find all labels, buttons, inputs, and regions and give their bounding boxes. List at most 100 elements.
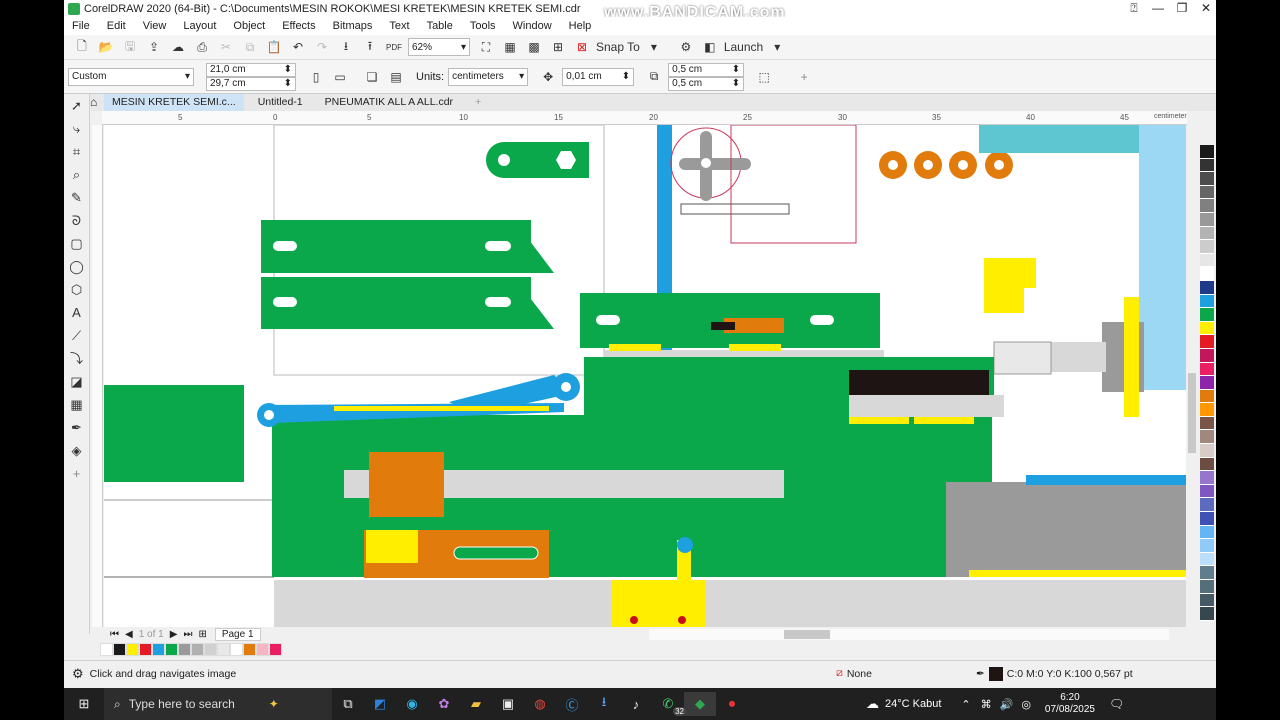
language-icon[interactable]: ◎ (1021, 698, 1031, 711)
bandicam-icon[interactable]: ⏺ (716, 692, 748, 716)
last-page-icon[interactable]: ⏭ (183, 629, 192, 640)
document-palette-swatch[interactable] (113, 642, 126, 656)
polygon-tool-icon[interactable]: ⬡ (64, 278, 89, 301)
palette-swatch[interactable] (1200, 525, 1214, 540)
document-palette-swatch[interactable] (191, 642, 204, 656)
vertical-scrollbar[interactable] (1187, 111, 1197, 627)
menu-view[interactable]: View (143, 20, 167, 32)
light-blue-block[interactable] (1139, 125, 1186, 390)
palette-swatch[interactable] (1200, 430, 1214, 445)
pdf-icon[interactable]: PDF (384, 37, 404, 57)
weather-icon[interactable]: ☁ (866, 696, 879, 712)
palette-swatch[interactable] (1200, 226, 1214, 241)
add-tab-icon[interactable]: + (467, 94, 489, 111)
duplicate-x-field[interactable]: 0,5 cm ⬍ (668, 62, 745, 77)
treat-as-filled-icon[interactable]: ⬚ (754, 67, 774, 87)
paste-icon[interactable]: 📋 (264, 37, 284, 57)
artistic-media-icon[interactable]: ᘐ (64, 209, 89, 232)
document-palette-swatch[interactable] (165, 642, 178, 656)
drop-shadow-icon[interactable]: ◪ (64, 370, 89, 393)
document-palette-swatch[interactable] (256, 642, 269, 656)
palette-swatch[interactable] (1200, 566, 1214, 580)
tray-chevron-icon[interactable]: ⌃ (961, 698, 970, 711)
palette-swatch[interactable] (1200, 457, 1214, 472)
transparency-tool-icon[interactable]: ▦ (64, 393, 89, 416)
eyedropper-icon[interactable]: ✒ (64, 416, 89, 439)
palette-swatch[interactable] (1200, 308, 1214, 322)
windows-start-icon[interactable]: ⊞ (68, 692, 100, 716)
text-tool-icon[interactable]: A (64, 301, 89, 324)
network-icon[interactable]: ⌘ (981, 698, 992, 711)
palette-swatch[interactable] (1200, 512, 1214, 526)
prev-page-icon[interactable]: ◀ (125, 629, 133, 640)
menu-table[interactable]: Table (427, 20, 453, 32)
cut-icon[interactable]: ✂ (216, 37, 236, 57)
palette-swatch[interactable] (1200, 444, 1214, 458)
palette-swatch[interactable] (1200, 498, 1214, 513)
gray-cylinder[interactable] (946, 482, 1186, 577)
palette-swatch[interactable] (1200, 199, 1214, 213)
document-palette-swatch[interactable] (217, 642, 230, 656)
gear-icon[interactable]: ⚙ (72, 666, 84, 682)
chevron-down-icon[interactable]: ▾ (644, 37, 664, 57)
nudge-distance-field[interactable]: 0,01 cm ⬍ (562, 67, 635, 86)
document-palette-swatch[interactable] (152, 642, 165, 656)
tab-untitled-1[interactable]: Untitled-1 (250, 94, 311, 111)
open-icon[interactable]: 📂 (96, 37, 116, 57)
palette-swatch[interactable] (1200, 484, 1214, 499)
menu-effects[interactable]: Effects (282, 20, 315, 32)
clock[interactable]: 6:20 07/08/2025 (1045, 692, 1095, 716)
upload-icon[interactable]: ⇪ (144, 37, 164, 57)
units-select[interactable]: centimeters ▾ (448, 67, 529, 86)
close-button[interactable]: ✕ (1194, 0, 1218, 17)
document-palette-swatch[interactable] (204, 642, 217, 656)
coreldraw-taskbar-icon[interactable]: Ⓒ (556, 692, 588, 716)
interactive-fill-icon[interactable]: ◈ (64, 439, 89, 462)
copy-icon[interactable]: ⧉ (240, 37, 260, 57)
tab-mesin-kretek-semi[interactable]: MESIN KRETEK SEMI.c... (104, 94, 244, 111)
all-pages-icon[interactable]: ❏ (362, 67, 382, 87)
yellow-bracket[interactable] (984, 258, 1036, 288)
zoom-level-select[interactable]: 62% ▾ (408, 38, 470, 56)
weather-text[interactable]: 24°C Kabut (885, 698, 941, 710)
tiktok-icon[interactable]: ♪ (620, 692, 652, 716)
palette-swatch[interactable] (1200, 335, 1214, 349)
page-tab[interactable]: Page 1 (214, 627, 261, 641)
menu-object[interactable]: Object (233, 20, 265, 32)
chrome-icon[interactable]: ◍ (524, 692, 556, 716)
yellow-foot[interactable] (611, 580, 705, 627)
launch-button[interactable]: Launch (724, 37, 763, 57)
palette-swatch[interactable] (1200, 185, 1214, 200)
palette-swatch[interactable] (1200, 240, 1214, 254)
import-icon[interactable]: ⭳ (336, 37, 356, 57)
document-palette-swatch[interactable] (100, 642, 113, 656)
show-rulers-icon[interactable]: ▦ (500, 37, 520, 57)
add-tool-icon[interactable]: + (64, 462, 89, 485)
connector-tool-icon[interactable]: ⤵ (64, 347, 89, 370)
outlook-icon[interactable]: ◩ (364, 692, 396, 716)
menu-edit[interactable]: Edit (107, 20, 126, 32)
palette-swatch[interactable] (1200, 267, 1214, 281)
export-icon[interactable]: ⭱ (360, 37, 380, 57)
document-palette-swatch[interactable] (269, 642, 282, 656)
green-block-left[interactable] (104, 385, 244, 482)
orange-bracket[interactable] (369, 452, 444, 517)
snap-off-icon[interactable]: ⊠ (572, 37, 592, 57)
whatsapp-icon[interactable]: ✆ 32 (652, 692, 686, 716)
document-palette-swatch[interactable] (139, 642, 152, 656)
landscape-icon[interactable]: ▭ (330, 67, 350, 87)
first-page-icon[interactable]: ⏮ (110, 629, 119, 640)
menu-tools[interactable]: Tools (470, 20, 496, 32)
palette-swatch[interactable] (1200, 145, 1214, 159)
page-width-field[interactable]: 21,0 cm ⬍ (206, 62, 296, 77)
document-palette-swatch[interactable] (230, 642, 243, 656)
scroll-thumb[interactable] (783, 629, 830, 639)
copilot-icon[interactable]: ✿ (428, 692, 460, 716)
palette-swatch[interactable] (1200, 471, 1214, 485)
document-palette-swatch[interactable] (126, 642, 139, 656)
cloud-icon[interactable]: ☁ (168, 37, 188, 57)
help-icon[interactable]: ⍰ (1122, 0, 1146, 17)
crop-tool-icon[interactable]: ⌗ (64, 140, 89, 163)
document-palette-swatch[interactable] (243, 642, 256, 656)
palette-swatch[interactable] (1200, 552, 1214, 567)
